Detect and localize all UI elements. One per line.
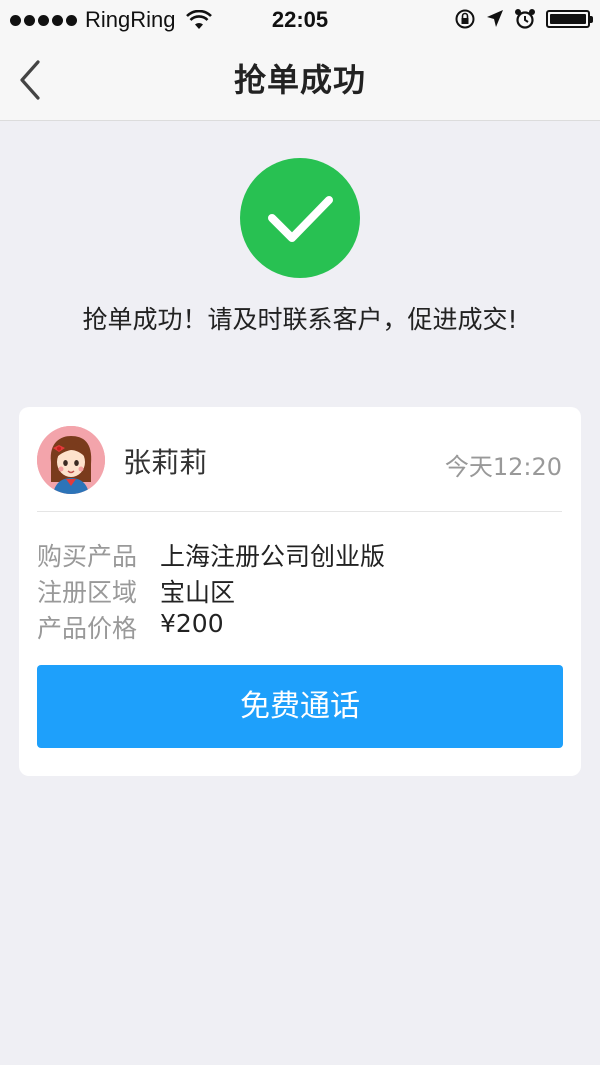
info-row-product: 购买产品 上海注册公司创业版 — [37, 537, 385, 573]
region-label: 注册区域 — [37, 578, 138, 607]
info-row-price: 产品价格 ¥200 — [37, 609, 224, 645]
checkmark-icon — [240, 158, 360, 278]
page-title: 抢单成功 — [233, 61, 366, 99]
status-right — [454, 8, 593, 30]
nav-bar: 抢单成功 — [0, 40, 600, 121]
status-bar: RingRing 22:05 — [0, 0, 600, 40]
rotation-lock-icon — [455, 9, 475, 29]
customer-name: 张莉莉 — [123, 446, 208, 479]
alarm-clock-icon — [515, 9, 535, 29]
chevron-left-icon — [20, 60, 40, 100]
avatar — [37, 426, 105, 494]
divider — [37, 511, 562, 512]
location-arrow-icon — [487, 10, 503, 27]
order-time: 今天12:20 — [444, 453, 562, 481]
region-value: 宝山区 — [160, 578, 236, 607]
battery-icon — [546, 10, 593, 28]
back-button[interactable] — [14, 58, 50, 102]
order-card: 张莉莉 今天12:20 购买产品 上海注册公司创业版 注册区域 宝山区 产品价格… — [19, 407, 581, 776]
info-row-region: 注册区域 宝山区 — [37, 573, 235, 609]
product-label: 购买产品 — [37, 542, 138, 571]
price-value: ¥200 — [160, 609, 224, 638]
product-value: 上海注册公司创业版 — [160, 542, 386, 571]
price-label: 产品价格 — [37, 614, 138, 643]
free-call-button[interactable]: 免费通话 — [37, 665, 563, 748]
success-message: 抢单成功！请及时联系客户，促进成交! — [82, 305, 518, 334]
